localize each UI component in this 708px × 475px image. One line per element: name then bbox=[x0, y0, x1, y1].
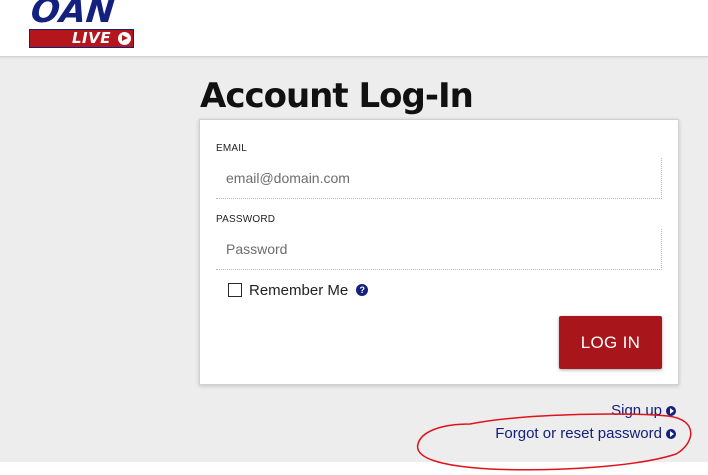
page-title: Account Log-In bbox=[200, 76, 474, 116]
play-icon bbox=[118, 32, 131, 45]
signup-link[interactable]: Sign up bbox=[611, 402, 676, 419]
forgot-password-label: Forgot or reset password bbox=[495, 425, 662, 442]
remember-me-row: Remember Me ? bbox=[228, 281, 369, 299]
arrow-circle-right-icon bbox=[666, 428, 676, 439]
question-circle-icon[interactable]: ? bbox=[356, 284, 369, 296]
forgot-password-link[interactable]: Forgot or reset password bbox=[495, 425, 676, 442]
email-field[interactable] bbox=[216, 158, 662, 199]
logo-badge-text: LIVE bbox=[72, 29, 111, 47]
password-label: PASSWORD bbox=[216, 214, 276, 225]
email-label: EMAIL bbox=[216, 143, 248, 154]
signup-link-label: Sign up bbox=[611, 402, 662, 419]
oan-live-logo[interactable]: OAN LIVE bbox=[29, 0, 135, 50]
login-button[interactable]: LOG IN bbox=[559, 316, 662, 369]
footer-strip bbox=[0, 462, 708, 475]
login-page: OAN LIVE Account Log-In EMAIL PASSWORD R… bbox=[0, 0, 708, 475]
password-field[interactable] bbox=[216, 229, 662, 270]
arrow-circle-right-icon bbox=[666, 405, 676, 416]
site-header: OAN LIVE bbox=[0, 0, 708, 57]
remember-me-checkbox[interactable] bbox=[228, 283, 242, 297]
login-form: EMAIL PASSWORD Remember Me ? LOG IN bbox=[199, 119, 679, 385]
logo-wordmark: OAN bbox=[28, 0, 117, 31]
remember-me-label[interactable]: Remember Me bbox=[249, 282, 348, 299]
